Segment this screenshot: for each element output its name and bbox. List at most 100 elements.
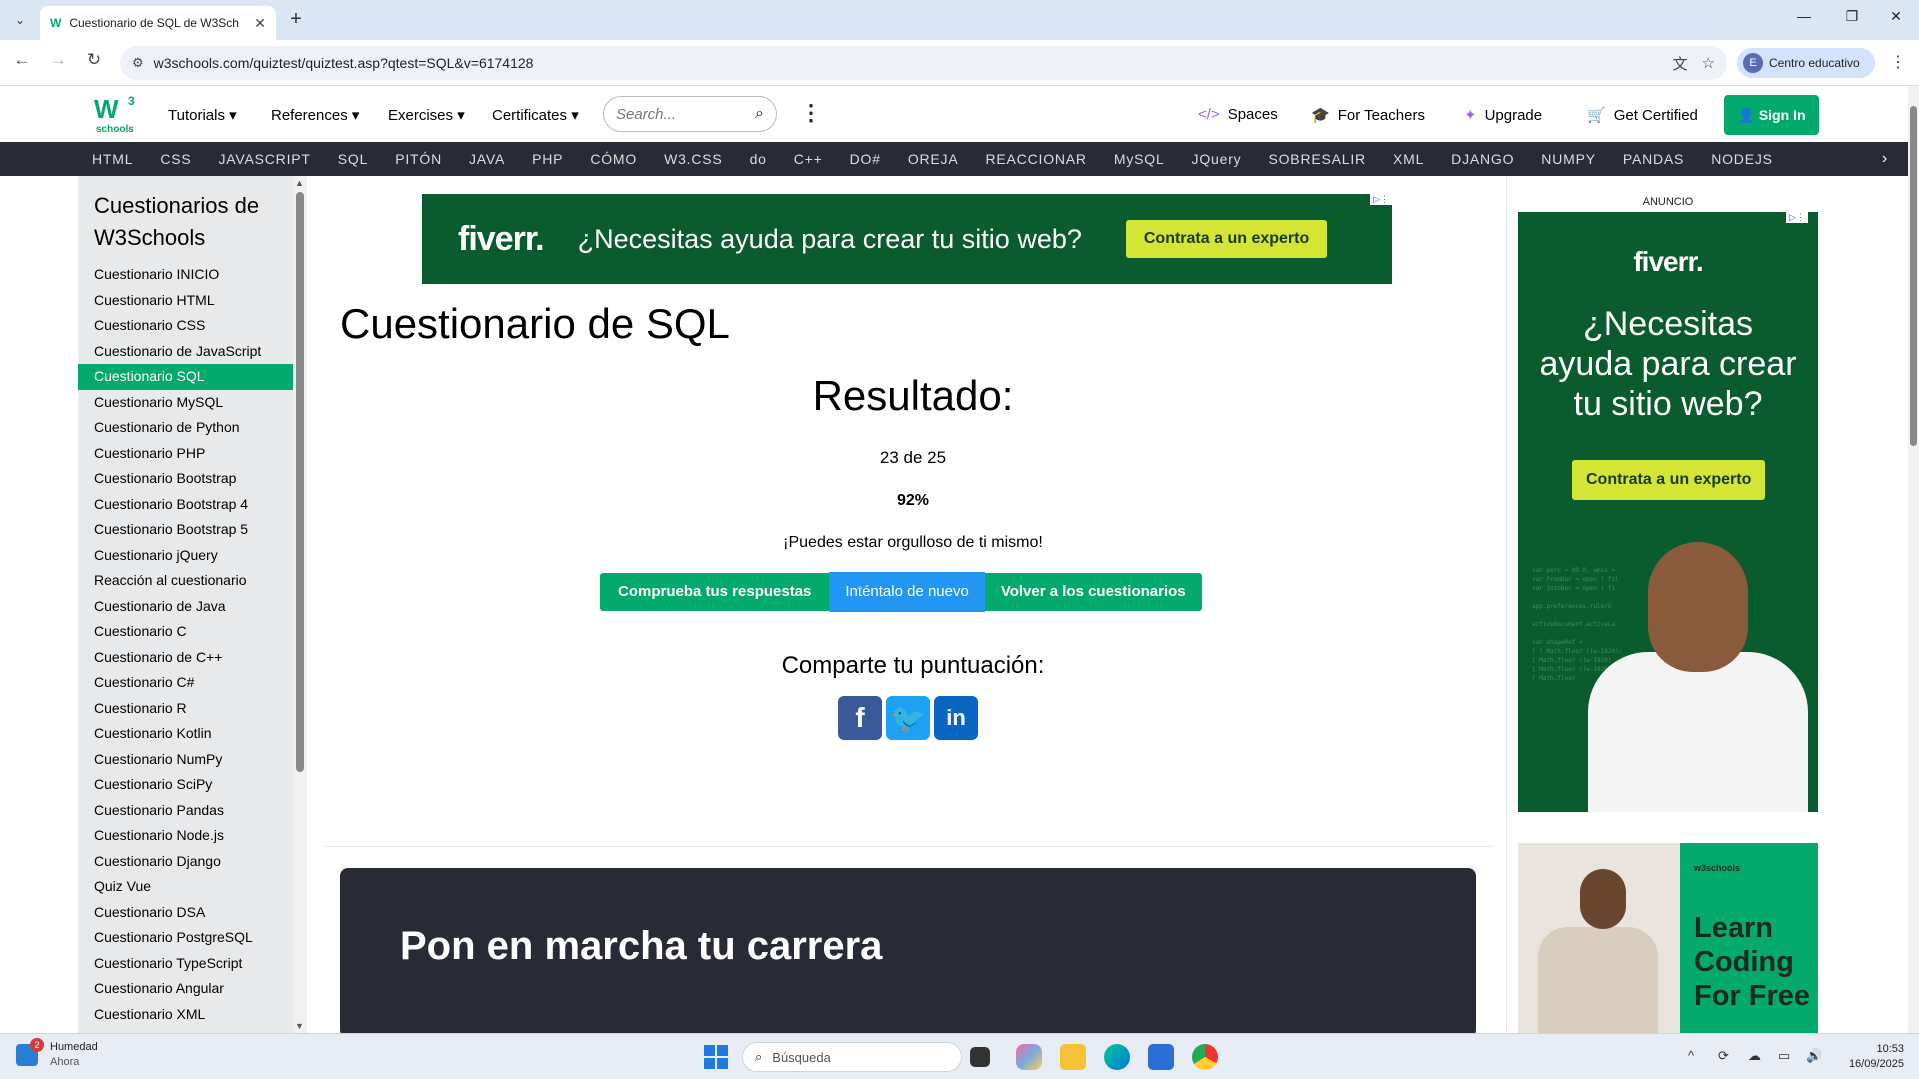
sidebar-item[interactable]: Cuestionario C <box>78 619 293 645</box>
topnav-item[interactable]: PHP <box>532 151 563 167</box>
page-scrollbar[interactable] <box>1908 86 1919 1033</box>
menu-certificates[interactable]: Certificates ▾ <box>492 106 579 124</box>
sidebar-item[interactable]: Cuestionario jQuery <box>78 543 293 569</box>
back-icon[interactable]: ← <box>8 50 36 70</box>
sidebar-item[interactable]: Quiz Vue <box>78 874 293 900</box>
sidebar-item[interactable]: Cuestionario Pandas <box>78 798 293 824</box>
site-info-icon[interactable]: ⚙ <box>132 55 144 71</box>
topnav-item[interactable]: HTML <box>92 151 133 167</box>
topnav-item[interactable]: JAVASCRIPT <box>219 151 311 167</box>
ad-choices-icon[interactable]: ▷⋮ <box>1786 212 1808 223</box>
profile-button[interactable]: E Centro educativo <box>1737 48 1875 78</box>
topnav-item[interactable]: REACCIONAR <box>986 151 1087 167</box>
banner-ad[interactable]: fiverr. ¿Necesitas ayuda para crear tu s… <box>422 194 1392 284</box>
show-hidden-icons-icon[interactable]: ^ <box>1688 1048 1694 1063</box>
sidebar-item[interactable]: Reacción al cuestionario <box>78 568 293 594</box>
restore-icon[interactable]: ❐ <box>1832 8 1872 25</box>
tab-search-icon[interactable]: ⌄ <box>6 8 34 32</box>
sidebar-item[interactable]: Cuestionario de C++ <box>78 645 293 671</box>
ad-cta-button[interactable]: Contrata a un experto <box>1572 460 1766 500</box>
topnav-item[interactable]: DJANGO <box>1451 151 1514 167</box>
tab-close-icon[interactable]: ✕ <box>254 15 266 32</box>
sidebar-scroll-thumb[interactable] <box>296 192 304 772</box>
minimize-icon[interactable]: — <box>1784 8 1824 24</box>
sidebar-item[interactable]: Cuestionario INICIO <box>78 262 293 288</box>
sidebar-item[interactable]: Cuestionario PHP <box>78 441 293 467</box>
sidebar-item[interactable]: Cuestionario TypeScript <box>78 951 293 977</box>
store-icon[interactable] <box>1148 1044 1174 1070</box>
display-icon[interactable]: ▭ <box>1778 1048 1790 1064</box>
address-bar[interactable]: ⚙ w3schools.com/quiztest/quiztest.asp?qt… <box>120 46 1727 80</box>
topnav-item[interactable]: PITÓN <box>395 151 442 167</box>
w3schools-logo[interactable]: W 3 schools <box>94 94 138 136</box>
topnav-item[interactable]: OREJA <box>908 151 959 167</box>
for-teachers-link[interactable]: 🎓 For Teachers <box>1311 106 1425 125</box>
more-menu-icon[interactable]: ⋮ <box>800 100 822 126</box>
back-to-quizzes-button[interactable]: Volver a los cuestionarios <box>984 573 1202 611</box>
sign-in-button[interactable]: 👤 Sign In <box>1724 95 1819 135</box>
topnav-item[interactable]: W3.CSS <box>664 151 722 167</box>
sidebar-scrollbar[interactable]: ▲ ▼ <box>293 176 307 1033</box>
upgrade-link[interactable]: ✦ Upgrade <box>1464 106 1542 125</box>
sidebar-item[interactable]: Cuestionario Node.js <box>78 823 293 849</box>
weather-widget[interactable]: 2 Humedad Ahora <box>16 1038 98 1070</box>
network-icon[interactable]: ☁ <box>1748 1048 1761 1064</box>
sidebar-item[interactable]: Cuestionario NumPy <box>78 747 293 773</box>
linkedin-icon[interactable]: in <box>934 696 978 740</box>
edge-icon[interactable] <box>1104 1044 1130 1070</box>
topnav-next-icon[interactable]: › <box>1882 150 1888 168</box>
translate-icon[interactable]: 文 <box>1673 53 1688 74</box>
topnav-item[interactable]: C++ <box>794 151 823 167</box>
ad-cta-button[interactable]: Contrata a un experto <box>1125 220 1328 258</box>
sidebar-item[interactable]: Cuestionario CSS <box>78 313 293 339</box>
browser-menu-icon[interactable]: ⋮ <box>1890 52 1906 72</box>
site-search-input[interactable]: Search... ⌕ <box>603 96 777 132</box>
sidebar-item[interactable]: Cuestionario Kotlin <box>78 721 293 747</box>
scroll-down-icon[interactable]: ▼ <box>295 1021 304 1031</box>
topnav-item[interactable]: JQuery <box>1192 151 1242 167</box>
new-tab-icon[interactable]: + <box>284 8 308 31</box>
twitter-icon[interactable]: 🐦 <box>886 696 930 740</box>
sidebar-item[interactable]: Cuestionario MySQL <box>78 390 293 416</box>
sidebar-item[interactable]: Cuestionario C# <box>78 670 293 696</box>
sidebar-item[interactable]: Cuestionario XML <box>78 1002 293 1028</box>
window-close-icon[interactable]: ✕ <box>1876 8 1916 25</box>
chrome-icon[interactable] <box>1192 1044 1218 1070</box>
bookmark-star-icon[interactable]: ☆ <box>1702 54 1715 72</box>
try-again-button[interactable]: Inténtalo de nuevo <box>829 572 985 612</box>
browser-tab[interactable]: W Cuestionario de SQL de W3Sch ✕ <box>40 6 276 40</box>
check-answers-button[interactable]: Comprueba tus respuestas <box>600 573 830 611</box>
topnav-item[interactable]: PANDAS <box>1623 151 1684 167</box>
copilot-icon[interactable] <box>1016 1044 1042 1070</box>
topnav-item[interactable]: do <box>750 151 767 167</box>
sidebar-item[interactable]: Cuestionario de JavaScript <box>78 339 293 365</box>
ad-choices-icon[interactable]: ▷⋮ <box>1370 194 1392 205</box>
sync-icon[interactable]: ⟳ <box>1718 1048 1729 1064</box>
reload-icon[interactable]: ↻ <box>80 50 108 70</box>
sidebar-item[interactable]: Cuestionario Django <box>78 849 293 875</box>
topnav-item[interactable]: DO# <box>850 151 881 167</box>
sidebar-item[interactable]: Cuestionario R <box>78 696 293 722</box>
sidebar-item[interactable]: Cuestionario de Python <box>78 415 293 441</box>
sidebar-item[interactable]: Cuestionario Angular <box>78 976 293 1002</box>
sidebar-ad[interactable]: fiverr. ¿Necesitas ayuda para crear tu s… <box>1518 212 1818 812</box>
menu-tutorials[interactable]: Tutorials ▾ <box>168 106 237 124</box>
taskbar-search[interactable]: ⌕ Búsqueda <box>742 1042 962 1072</box>
facebook-icon[interactable]: f <box>838 696 882 740</box>
topnav-item[interactable]: SQL <box>338 151 368 167</box>
sidebar-item[interactable]: Cuestionario Bootstrap 4 <box>78 492 293 518</box>
page-scroll-thumb[interactable] <box>1910 106 1917 446</box>
sidebar-item[interactable]: Cuestionario SQL <box>78 364 293 390</box>
sidebar-item[interactable]: Cuestionario de Java <box>78 594 293 620</box>
scroll-up-icon[interactable]: ▲ <box>295 178 304 188</box>
menu-references[interactable]: References ▾ <box>271 106 359 124</box>
topnav-item[interactable]: SOBRESALIR <box>1268 151 1365 167</box>
sidebar-item[interactable]: Cuestionario SciPy <box>78 772 293 798</box>
task-view-icon[interactable] <box>970 1047 990 1067</box>
learn-coding-ad[interactable]: w3schools Learn Coding For Free <box>1518 843 1818 1033</box>
topnav-item[interactable]: JAVA <box>469 151 505 167</box>
forward-icon[interactable]: → <box>44 50 72 70</box>
sidebar-item[interactable]: Cuestionario HTML <box>78 288 293 314</box>
topnav-item[interactable]: NODEJS <box>1711 151 1773 167</box>
menu-exercises[interactable]: Exercises ▾ <box>388 106 465 124</box>
